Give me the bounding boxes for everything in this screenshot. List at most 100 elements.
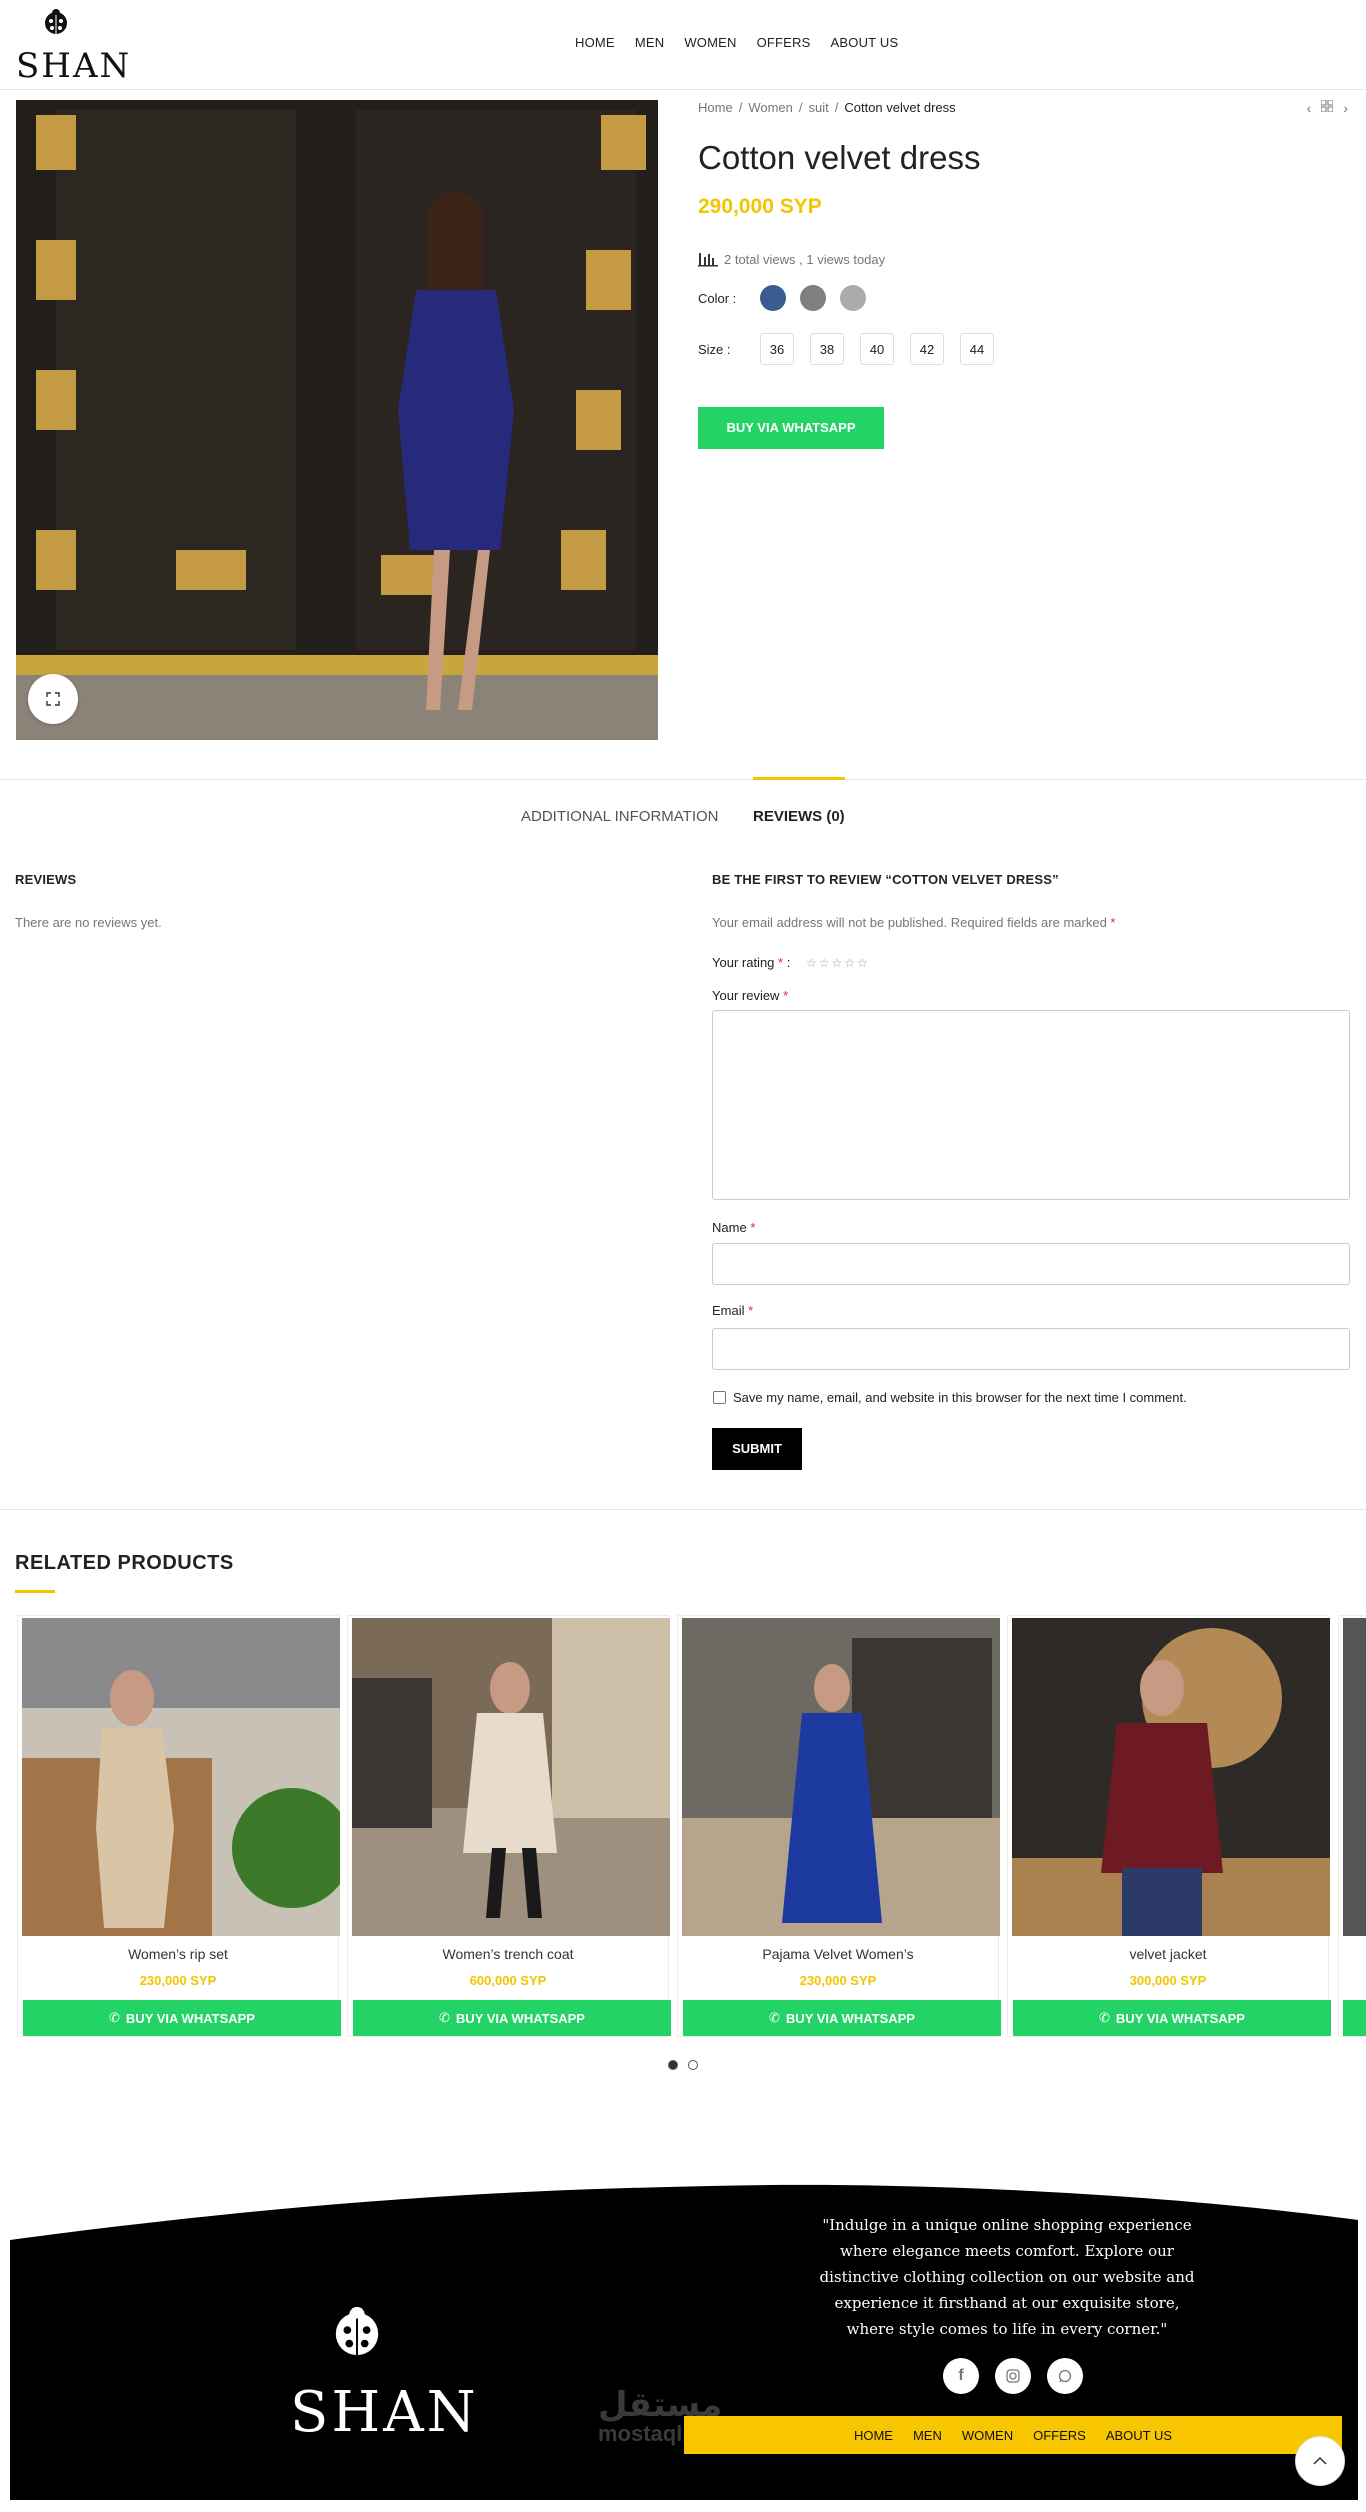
footer-logo-wordmark[interactable]: SHAN: [290, 2380, 479, 2445]
tab-reviews[interactable]: REVIEWS (0): [753, 808, 845, 825]
product-navigation: ‹ ›: [1307, 100, 1348, 116]
product-card-buy-button[interactable]: ✆ BUY VIA WHATSAPP: [353, 2000, 671, 2036]
required-asterisk: *: [750, 1220, 756, 1235]
breadcrumb-current: Cotton velvet dress: [844, 100, 956, 115]
size-42[interactable]: 42: [910, 333, 944, 365]
review-textarea[interactable]: [712, 1010, 1350, 1200]
product-card-image[interactable]: [1012, 1618, 1330, 1936]
site-logo[interactable]: SHAN: [16, 6, 129, 86]
product-card[interactable]: Women’s trench coat 600,000 SYP ✆ BUY VI…: [347, 1615, 671, 2037]
active-tab-indicator: [753, 777, 845, 780]
submit-review-button[interactable]: SUBMIT: [712, 1428, 802, 1470]
nav-men[interactable]: MEN: [635, 35, 665, 50]
nav-home[interactable]: HOME: [575, 35, 615, 50]
product-card[interactable]: velvet jacket 300,000 SYP ✆ BUY VIA WHAT…: [1007, 1615, 1331, 2037]
tab-additional-information[interactable]: ADDITIONAL INFORMATION: [521, 808, 719, 825]
grid-icon[interactable]: [1321, 100, 1334, 112]
name-input[interactable]: [712, 1243, 1350, 1285]
tabs-divider: [0, 779, 1366, 780]
review-label: Your review: [712, 988, 780, 1003]
product-card-price: 600,000 SYP: [469, 1973, 547, 1988]
whatsapp-link[interactable]: [1047, 2358, 1083, 2394]
size-40[interactable]: 40: [860, 333, 894, 365]
nav-offers[interactable]: OFFERS: [757, 35, 811, 50]
product-card-image[interactable]: [682, 1618, 1000, 1936]
logo-wordmark: SHAN: [16, 46, 132, 86]
name-field-label: Name *: [712, 1220, 755, 1235]
related-products-title: RELATED PRODUCTS: [15, 1552, 234, 1574]
product-card-name[interactable]: Women’s rip set: [18, 1946, 338, 1962]
email-input[interactable]: [712, 1328, 1350, 1370]
section-divider: [0, 1509, 1366, 1510]
product-image[interactable]: [16, 100, 658, 740]
footer-nav-home[interactable]: HOME: [854, 2428, 893, 2443]
product-card-peek-button: [1343, 2000, 1366, 2036]
review-field-label: Your review *: [712, 988, 788, 1003]
product-card[interactable]: Pajama Velvet Women’s 230,000 SYP ✆ BUY …: [677, 1615, 1001, 2037]
product-card[interactable]: Women’s rip set 230,000 SYP ✆ BUY VIA WH…: [17, 1615, 341, 2037]
required-asterisk: *: [1110, 915, 1116, 930]
nav-women[interactable]: WOMEN: [684, 35, 736, 50]
size-label: Size :: [698, 341, 731, 357]
product-card-buy-button[interactable]: ✆ BUY VIA WHATSAPP: [683, 2000, 1001, 2036]
product-title: Cotton velvet dress: [698, 139, 981, 176]
footer-quote: "Indulge in a unique online shopping exp…: [819, 2216, 1195, 2338]
product-card-photo: [22, 1618, 340, 1936]
breadcrumb: Home / Women / suit / Cotton velvet dress: [698, 100, 1348, 115]
required-asterisk: *: [778, 955, 784, 970]
footer-nav-men[interactable]: MEN: [913, 2428, 942, 2443]
breadcrumb-home[interactable]: Home: [698, 100, 733, 115]
ladybug-icon: [45, 9, 67, 34]
view-counter: 2 total views , 1 views today: [698, 251, 1348, 267]
footer-nav-offers[interactable]: OFFERS: [1033, 2428, 1086, 2443]
product-card-buy-button[interactable]: ✆ BUY VIA WHATSAPP: [1013, 2000, 1331, 2036]
swatch-gray[interactable]: [800, 285, 826, 311]
prev-product-icon[interactable]: ‹: [1307, 100, 1312, 116]
carousel-dot-1[interactable]: [668, 2060, 678, 2070]
product-summary: Home / Women / suit / Cotton velvet dress ‹…: [698, 100, 1348, 449]
footer-nav-about-us[interactable]: ABOUT US: [1106, 2428, 1172, 2443]
next-product-icon[interactable]: ›: [1343, 100, 1348, 116]
footer-nav-women[interactable]: WOMEN: [962, 2428, 1013, 2443]
star-rating-input[interactable]: ☆☆☆☆☆: [806, 956, 870, 970]
scroll-to-top-button[interactable]: [1295, 2436, 1345, 2486]
product-card-image[interactable]: [352, 1618, 670, 1936]
required-asterisk: *: [783, 988, 789, 1003]
size-36[interactable]: 36: [760, 333, 794, 365]
product-card-photo: [1012, 1618, 1330, 1936]
product-card-image[interactable]: [22, 1618, 340, 1936]
swatch-blue[interactable]: [760, 285, 786, 311]
views-text: 2 total views , 1 views today: [724, 251, 886, 267]
swatch-light-gray[interactable]: [840, 285, 866, 311]
product-card-photo: [352, 1618, 670, 1936]
review-notice-text: Your email address will not be published…: [712, 915, 1107, 930]
instagram-link[interactable]: [995, 2358, 1031, 2394]
product-card-name[interactable]: velvet jacket: [1008, 1946, 1328, 1962]
size-38[interactable]: 38: [810, 333, 844, 365]
color-label: Color :: [698, 290, 737, 306]
product-card-peek[interactable]: [1338, 1615, 1366, 2037]
facebook-link[interactable]: f: [943, 2358, 979, 2394]
buy-whatsapp-button[interactable]: BUY VIA WHATSAPP: [698, 407, 884, 449]
breadcrumb-sep: /: [798, 100, 803, 115]
color-row: Color :: [698, 285, 1348, 311]
carousel-dot-2[interactable]: [688, 2060, 698, 2070]
zoom-button[interactable]: [28, 674, 78, 724]
title-underline: [15, 1590, 55, 1593]
product-card-buy-label: BUY VIA WHATSAPP: [455, 2010, 585, 2026]
whatsapp-icon: ✆: [439, 2010, 450, 2025]
size-44[interactable]: 44: [960, 333, 994, 365]
nav-about-us[interactable]: ABOUT US: [831, 35, 899, 50]
review-form-heading: BE THE FIRST TO REVIEW “COTTON VELVET DR…: [712, 872, 1059, 887]
save-info-checkbox[interactable]: [713, 1391, 726, 1404]
site-header: SHAN HOME MEN WOMEN OFFERS ABOUT US: [0, 0, 1366, 90]
breadcrumb-suit[interactable]: suit: [809, 100, 829, 115]
product-card-name[interactable]: Pajama Velvet Women’s: [678, 1946, 998, 1962]
product-card-price: 230,000 SYP: [799, 1973, 877, 1988]
product-card-name[interactable]: Women’s trench coat: [348, 1946, 668, 1962]
product-card-peek-image: [1343, 1618, 1366, 1936]
breadcrumb-women[interactable]: Women: [748, 100, 793, 115]
whatsapp-icon: [1058, 2369, 1072, 2383]
product-photo: [16, 100, 658, 740]
product-card-buy-button[interactable]: ✆ BUY VIA WHATSAPP: [23, 2000, 341, 2036]
